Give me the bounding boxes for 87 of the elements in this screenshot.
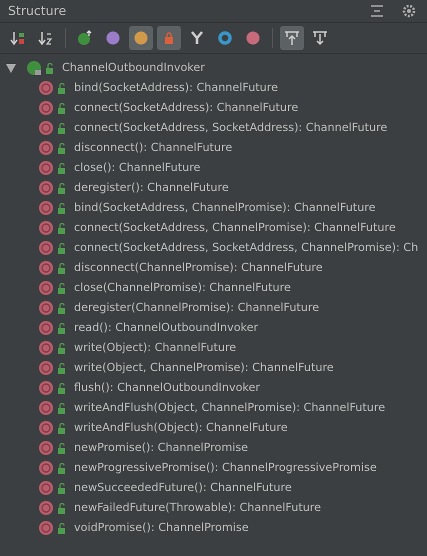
method-icon: [38, 500, 54, 516]
method-icon: [38, 460, 54, 476]
tree-item[interactable]: write(Object): ChannelFuture: [74, 340, 236, 356]
method-icon: [38, 80, 54, 96]
method-icon: [38, 160, 54, 176]
tree-item[interactable]: deregister(): ChannelFuture: [74, 180, 229, 196]
tree-item[interactable]: disconnect(): ChannelFuture: [74, 140, 232, 156]
unlocked-icon: [58, 382, 66, 394]
unlocked-icon: [58, 302, 66, 314]
method-icon: [38, 480, 54, 496]
tree-item[interactable]: connect(SocketAddress, SocketAddress, ChannelPromise): Ch: [74, 240, 418, 256]
lambda-icon: [245, 30, 261, 46]
tree-item[interactable]: flush(): ChannelOutboundInvoker: [74, 380, 260, 396]
method-icon: [38, 440, 54, 456]
method-icon: [38, 260, 54, 276]
tree-item[interactable]: newSucceededFuture(): ChannelFuture: [74, 480, 292, 496]
unlocked-icon: [46, 62, 54, 74]
tree-item[interactable]: deregister(ChannelPromise): ChannelFuture: [74, 300, 320, 316]
method-icon: [38, 220, 54, 236]
unlocked-icon: [58, 242, 66, 254]
sort-by-visibility-icon: [10, 30, 26, 46]
unlocked-icon: [58, 482, 66, 494]
tree-item[interactable]: connect(SocketAddress, SocketAddress): ChannelFuture: [74, 120, 388, 136]
collapse-arrow-icon[interactable]: [4, 61, 18, 75]
tree-item[interactable]: writeAndFlush(Object): ChannelFuture: [74, 420, 288, 436]
tree-item[interactable]: voidPromise(): ChannelPromise: [74, 520, 249, 536]
method-icon: [38, 240, 54, 256]
tree-item[interactable]: disconnect(ChannelPromise): ChannelFuture: [74, 260, 323, 276]
unlocked-icon: [58, 262, 66, 274]
unlocked-icon: [58, 82, 66, 94]
unlocked-icon: [58, 182, 66, 194]
unlocked-icon: [58, 122, 66, 134]
lock-icon: [164, 32, 174, 44]
unlocked-icon: [58, 102, 66, 114]
unlocked-icon: [58, 362, 66, 374]
method-icon: [38, 280, 54, 296]
unlocked-icon: [58, 402, 66, 414]
ring-icon: [217, 30, 233, 46]
method-icon: [38, 140, 54, 156]
fields-icon: [133, 30, 149, 46]
scroll-down-icon: [312, 30, 328, 46]
method-icon: [38, 360, 54, 376]
unlocked-icon: [58, 282, 66, 294]
unlocked-icon: [58, 462, 66, 474]
unlocked-icon: [58, 502, 66, 514]
tree-item[interactable]: connect(SocketAddress): ChannelFuture: [74, 100, 298, 116]
method-icon: [38, 200, 54, 216]
fork-icon: [190, 30, 204, 46]
unlocked-icon: [58, 222, 66, 234]
tree-item[interactable]: ChannelOutboundInvoker: [62, 60, 205, 76]
unlocked-icon: [58, 422, 66, 434]
method-icon: [38, 120, 54, 136]
method-icon: [38, 300, 54, 316]
inherited-members-icon: [77, 30, 93, 46]
tree-item[interactable]: newFailedFuture(Throwable): ChannelFuture: [74, 500, 322, 516]
unlocked-icon: [58, 442, 66, 454]
method-icon: [38, 400, 54, 416]
panel-title: Structure: [8, 2, 66, 20]
tree-item[interactable]: close(): ChannelFuture: [74, 160, 200, 176]
scroll-up-icon: [284, 30, 300, 46]
unlocked-icon: [58, 322, 66, 334]
method-icon: [38, 520, 54, 536]
tree-item[interactable]: newProgressivePromise(): ChannelProgressivePromise: [74, 460, 377, 476]
tree-item[interactable]: bind(SocketAddress, ChannelPromise): ChannelFuture: [74, 200, 376, 216]
scroll-up-button[interactable]: [280, 26, 304, 50]
method-icon: [38, 340, 54, 356]
fields-button[interactable]: [129, 26, 153, 50]
method-icon: [38, 420, 54, 436]
unlocked-icon: [58, 202, 66, 214]
sort-alphabetically-icon: [38, 30, 54, 46]
tree-item[interactable]: bind(SocketAddress): ChannelFuture: [74, 80, 278, 96]
method-icon: [38, 180, 54, 196]
unlocked-icon: [58, 142, 66, 154]
method-icon: [38, 380, 54, 396]
tree-item[interactable]: connect(SocketAddress, ChannelPromise): ChannelFuture: [74, 220, 396, 236]
properties-icon: [105, 30, 121, 46]
tree-item[interactable]: write(Object, ChannelPromise): ChannelFuture: [74, 360, 334, 376]
tree-item[interactable]: close(ChannelPromise): ChannelFuture: [74, 280, 291, 296]
tree-item[interactable]: read(): ChannelOutboundInvoker: [74, 320, 258, 336]
tree-item[interactable]: newPromise(): ChannelPromise: [74, 440, 248, 456]
method-icon: [38, 100, 54, 116]
unlocked-icon: [58, 342, 66, 354]
tree-item[interactable]: writeAndFlush(Object, ChannelPromise): ChannelFuture: [74, 400, 386, 416]
unlocked-icon: [58, 522, 66, 534]
interface-icon: [26, 60, 42, 76]
method-icon: [38, 320, 54, 336]
unlocked-icon: [58, 162, 66, 174]
